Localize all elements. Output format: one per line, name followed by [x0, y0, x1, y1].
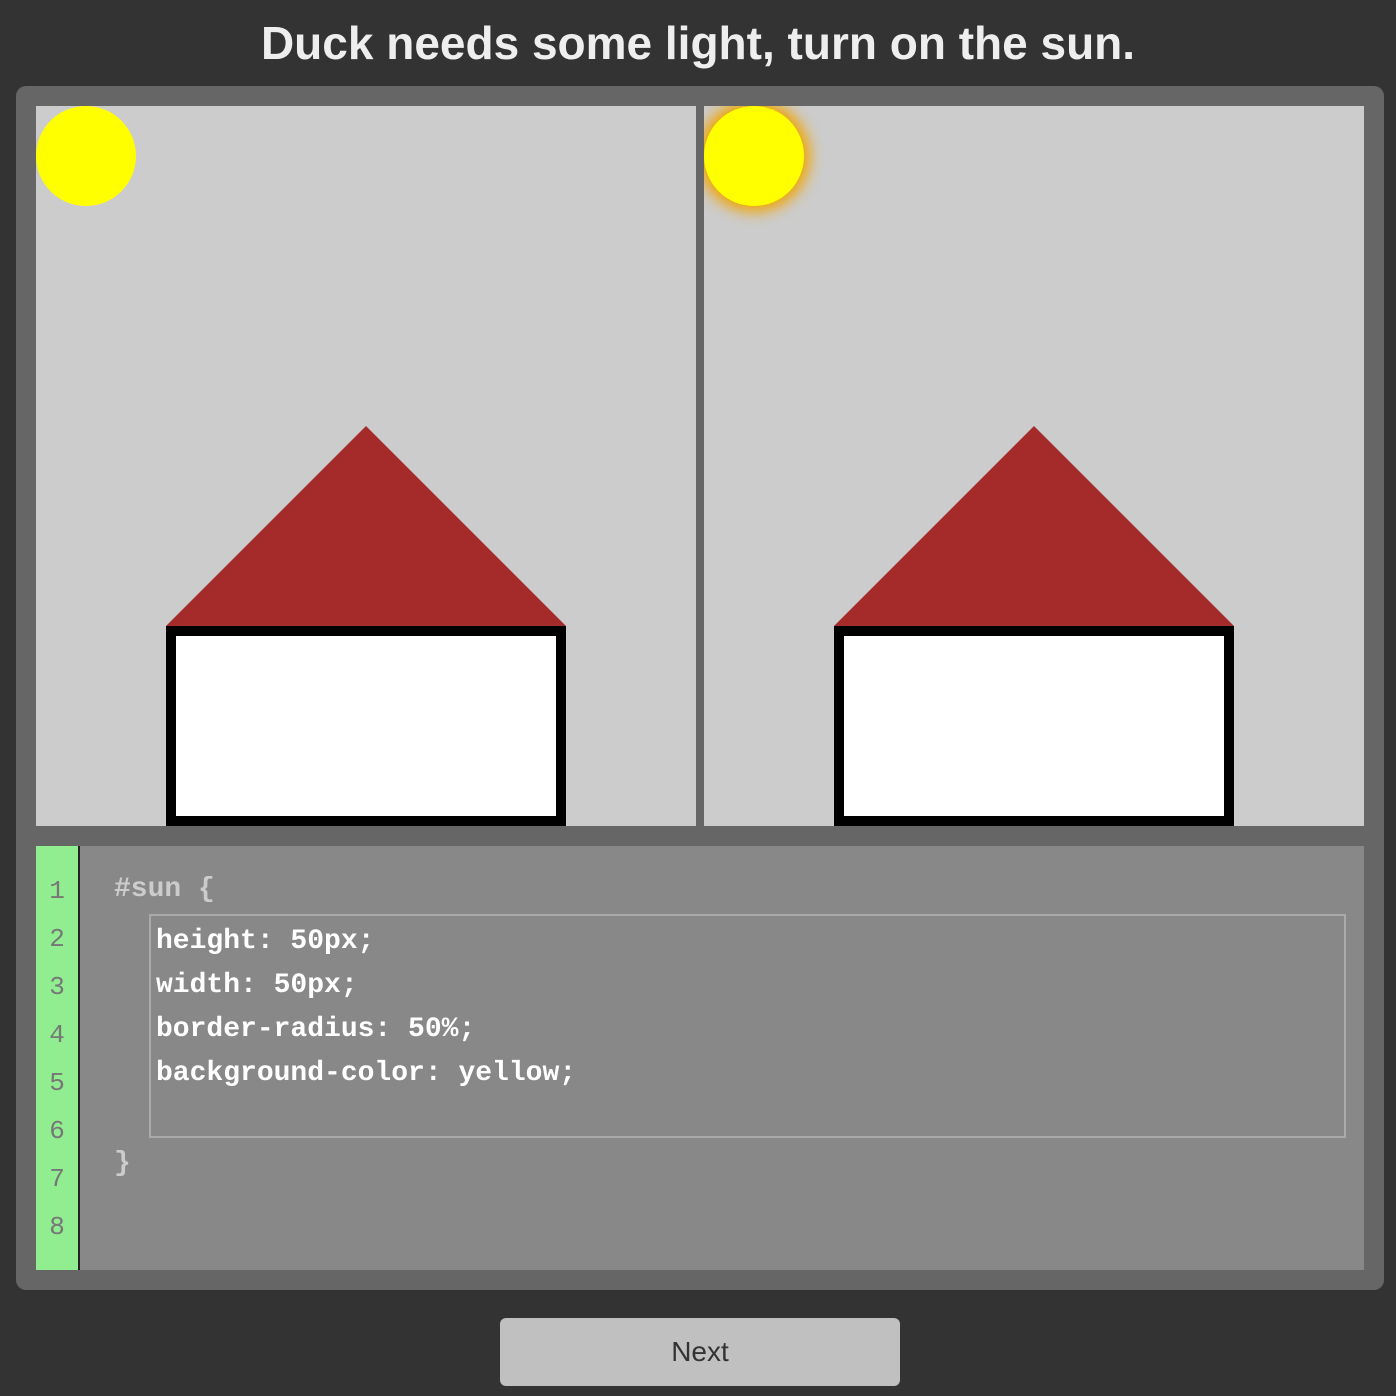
line-number: 5	[49, 1068, 65, 1098]
code-line: height: 50px;	[156, 926, 375, 957]
css-closing-brace: }	[114, 1148, 131, 1179]
code-line: border-radius: 50%;	[156, 1014, 476, 1045]
house-body	[834, 626, 1234, 826]
preview-current	[36, 106, 696, 826]
code-line: background-color: yellow;	[156, 1058, 577, 1089]
task-title: Duck needs some light, turn on the sun.	[260, 17, 1136, 69]
glowing-sun	[704, 106, 804, 206]
exercise-frame: 1 2 3 4 5 6 7 8 #sun { height: 50px; wid…	[16, 86, 1384, 1290]
sun	[36, 106, 136, 206]
code-editor: 1 2 3 4 5 6 7 8 #sun { height: 50px; wid…	[36, 846, 1364, 1270]
house-roof	[166, 426, 566, 626]
css-selector-line: #sun {	[114, 874, 215, 905]
line-number: 3	[49, 972, 65, 1002]
line-number: 2	[49, 924, 65, 954]
line-number: 8	[49, 1212, 65, 1242]
house-body	[166, 626, 566, 826]
line-number: 6	[49, 1116, 65, 1146]
line-number: 1	[49, 876, 65, 906]
house-roof	[834, 426, 1234, 626]
line-number: 7	[49, 1164, 65, 1194]
line-number: 4	[49, 1020, 65, 1050]
line-number-gutter: 1 2 3 4 5 6 7 8	[36, 846, 80, 1270]
code-line: width: 50px;	[156, 970, 358, 1001]
preview-target	[704, 106, 1364, 826]
next-button[interactable]: Next	[500, 1318, 900, 1386]
css-code-input[interactable]: height: 50px; width: 50px; border-radius…	[149, 914, 1346, 1138]
